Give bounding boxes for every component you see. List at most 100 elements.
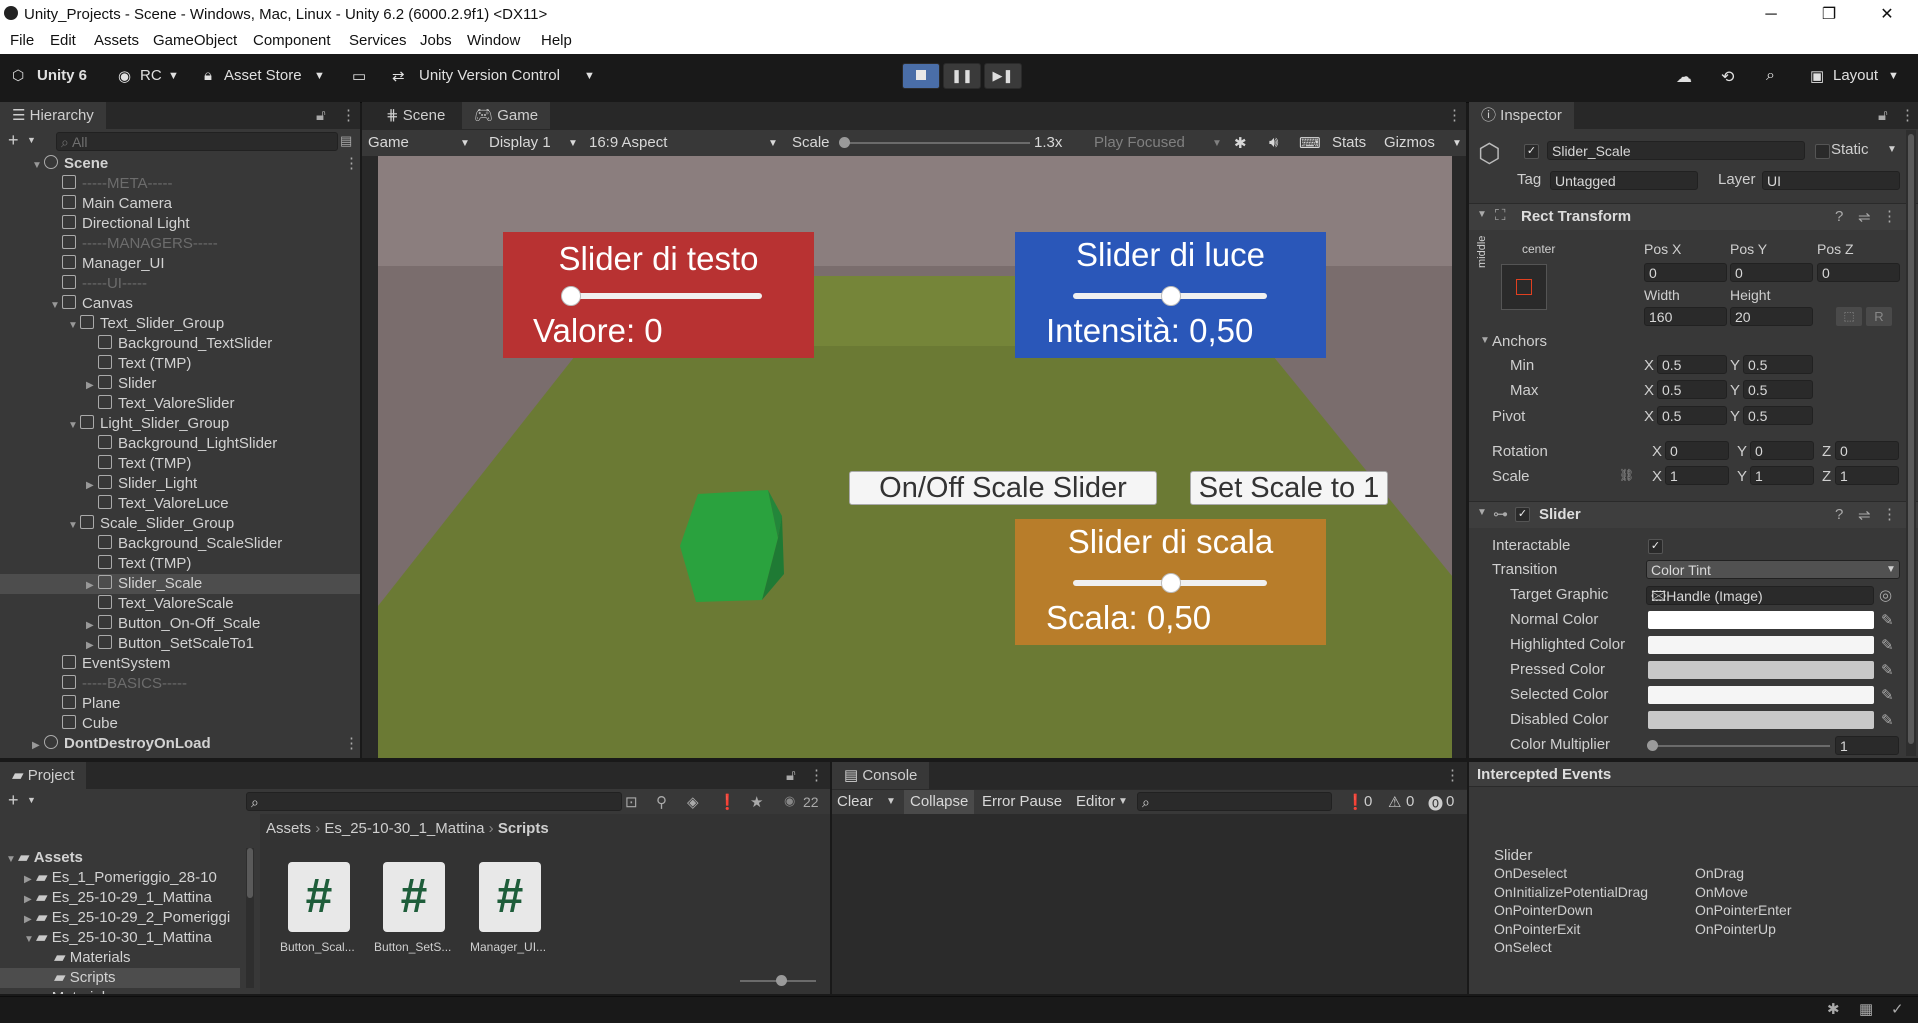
hierarchy-item[interactable]: -----UI----- [0,274,360,294]
kebab-menu-icon[interactable]: ⋮ [344,734,359,754]
hierarchy-item[interactable]: Text_ValoreLuce [0,494,360,514]
aspect-dropdown[interactable]: 16:9 Aspect [589,134,667,151]
tag-dropdown[interactable]: Untagged [1550,171,1698,190]
hierarchy-item[interactable]: -----MANAGERS----- [0,234,360,254]
eyedropper-icon[interactable]: ✎ [1881,611,1894,629]
file-name[interactable]: Button_SetS... [374,940,451,954]
intercepted-events-header[interactable]: Intercepted Events [1469,762,1918,787]
help-icon[interactable]: ? [1835,506,1843,523]
tab-hierarchy[interactable]: ☰ Hierarchy [0,102,106,129]
rect-transform-header[interactable]: ▼ ⛶ Rect Transform ? ⇌ ⋮ [1469,203,1918,230]
lock-icon[interactable]: 🔓︎ [1878,107,1888,124]
selected-color-field[interactable] [1648,686,1874,704]
set-scale-to-1-button[interactable]: Set Scale to 1 [1190,471,1388,505]
cache-server-icon[interactable]: ▦ [1859,1000,1873,1018]
blueprint-mode-button[interactable]: ⬚ [1836,307,1862,326]
search-icon[interactable]: ⌕ [1766,67,1775,85]
collapse-arrow-icon[interactable]: ▼ [68,316,80,336]
pos-x-field[interactable]: 0 [1644,263,1727,282]
scale-z-field[interactable]: 1 [1835,466,1899,485]
hierarchy-item[interactable]: Plane [0,694,360,714]
icon-size-slider-thumb[interactable] [776,975,787,986]
height-field[interactable]: 20 [1730,307,1813,326]
color-multiplier-field[interactable]: 1 [1835,736,1899,755]
hierarchy-item[interactable]: ▶ DontDestroyOnLoad ⋮ [0,734,360,754]
scale-x-field[interactable]: 1 [1665,466,1729,485]
menu-jobs[interactable]: Jobs [420,32,452,49]
search-by-type-icon[interactable]: ⊡ [625,793,638,811]
filter-icon[interactable]: ⚲ [656,793,667,811]
pos-y-field[interactable]: 0 [1730,263,1813,282]
hierarchy-item[interactable]: Background_TextSlider [0,334,360,354]
cloud-icon[interactable]: ☁ [1676,67,1692,87]
play-button[interactable] [902,63,940,89]
gizmos-button[interactable]: Gizmos [1384,134,1435,151]
breadcrumb-scripts[interactable]: Scripts [498,820,549,837]
version-control-button[interactable]: Unity Version Control [419,67,560,84]
menu-file[interactable]: File [10,32,34,49]
static-checkbox[interactable] [1815,144,1830,159]
collapse-arrow-icon[interactable]: ▼ [68,516,80,536]
script-file-icon[interactable]: # [383,862,445,932]
settings-icon[interactable]: ⇌ [1858,208,1871,226]
menu-edit[interactable]: Edit [50,32,76,49]
scale-slider-ui[interactable] [1073,573,1267,593]
layer-dropdown[interactable]: UI [1762,171,1900,190]
console-search-input[interactable]: ⌕ [1137,792,1332,811]
error-pause-button[interactable]: Error Pause [982,793,1062,810]
icon-size-slider[interactable] [740,975,816,986]
history-icon[interactable]: ⟲ [1721,67,1734,87]
chevron-down-icon[interactable]: ▼ [886,796,896,807]
pause-button[interactable]: ❚❚ [943,63,981,89]
favorite-icon[interactable]: ★ [750,793,763,811]
kebab-menu-icon[interactable]: ⋮ [1445,766,1460,784]
hierarchy-item[interactable]: ▶ Slider_Scale [0,574,360,594]
label-icon[interactable]: ◈ [687,793,699,811]
breadcrumb-assets[interactable]: Assets [266,820,311,837]
pressed-color-field[interactable] [1648,661,1874,679]
hierarchy-item[interactable]: Directional Light [0,214,360,234]
clear-button[interactable]: Clear [837,793,873,810]
collapse-arrow-icon[interactable]: ▼ [6,850,18,870]
hierarchy-search-input[interactable]: ⌕ All [56,132,338,151]
hierarchy-item[interactable]: ▼ Canvas [0,294,360,314]
game-viewport[interactable]: Slider di testo Valore: 0 Slider di luce… [378,156,1452,758]
layout-dropdown[interactable]: Layout [1833,67,1878,84]
expand-arrow-icon[interactable]: ▶ [24,890,36,910]
settings-icon[interactable]: ⇌ [1858,506,1871,524]
hierarchy-item[interactable]: Manager_UI [0,254,360,274]
account-dropdown[interactable]: RC [140,67,162,84]
highlighted-color-field[interactable] [1648,636,1874,654]
eyedropper-icon[interactable]: ✎ [1881,636,1894,654]
expand-arrow-icon[interactable]: ▶ [86,476,98,496]
text-slider-handle[interactable] [561,286,581,306]
menu-help[interactable]: Help [541,32,572,49]
play-focused-dropdown[interactable]: Play Focused [1094,134,1185,151]
collapse-arrow-icon[interactable]: ▼ [24,930,36,950]
add-icon[interactable]: + [8,130,19,151]
unity-version-label[interactable]: Unity 6 [37,67,87,84]
kebab-menu-icon[interactable]: ⋮ [1882,505,1897,523]
bug-icon[interactable]: ✱ [1234,134,1247,152]
hierarchy-item[interactable]: Text (TMP) [0,554,360,574]
expand-arrow-icon[interactable]: ▶ [24,870,36,890]
width-field[interactable]: 160 [1644,307,1727,326]
lock-icon[interactable]: 🔓︎ [786,767,796,784]
expand-arrow-icon[interactable]: ▶ [86,376,98,396]
hierarchy-item[interactable]: Text_ValoreScale [0,594,360,614]
pos-z-field[interactable]: 0 [1817,263,1900,282]
hierarchy-item[interactable]: ▶ Button_SetScaleTo1 [0,634,360,654]
light-slider[interactable] [1073,286,1267,306]
warning-filter-icon[interactable]: ❗ [718,793,737,811]
warning-icon[interactable]: ⚠ [1388,793,1401,811]
kebab-menu-icon[interactable]: ⋮ [1900,106,1915,124]
script-file-icon[interactable]: # [479,862,541,932]
package-icon[interactable]: ▭ [352,67,366,85]
raw-edit-button[interactable]: R [1866,307,1892,326]
file-name[interactable]: Manager_UI... [470,940,546,954]
eyedropper-icon[interactable]: ✎ [1881,686,1894,704]
hierarchy-item[interactable]: Background_LightSlider [0,434,360,454]
hierarchy-item[interactable]: ▶ Button_On-Off_Scale [0,614,360,634]
target-graphic-field[interactable]: 🖾︎Handle (Image) [1646,586,1874,605]
project-folder-item[interactable]: ▶▰ Materials [0,988,240,994]
